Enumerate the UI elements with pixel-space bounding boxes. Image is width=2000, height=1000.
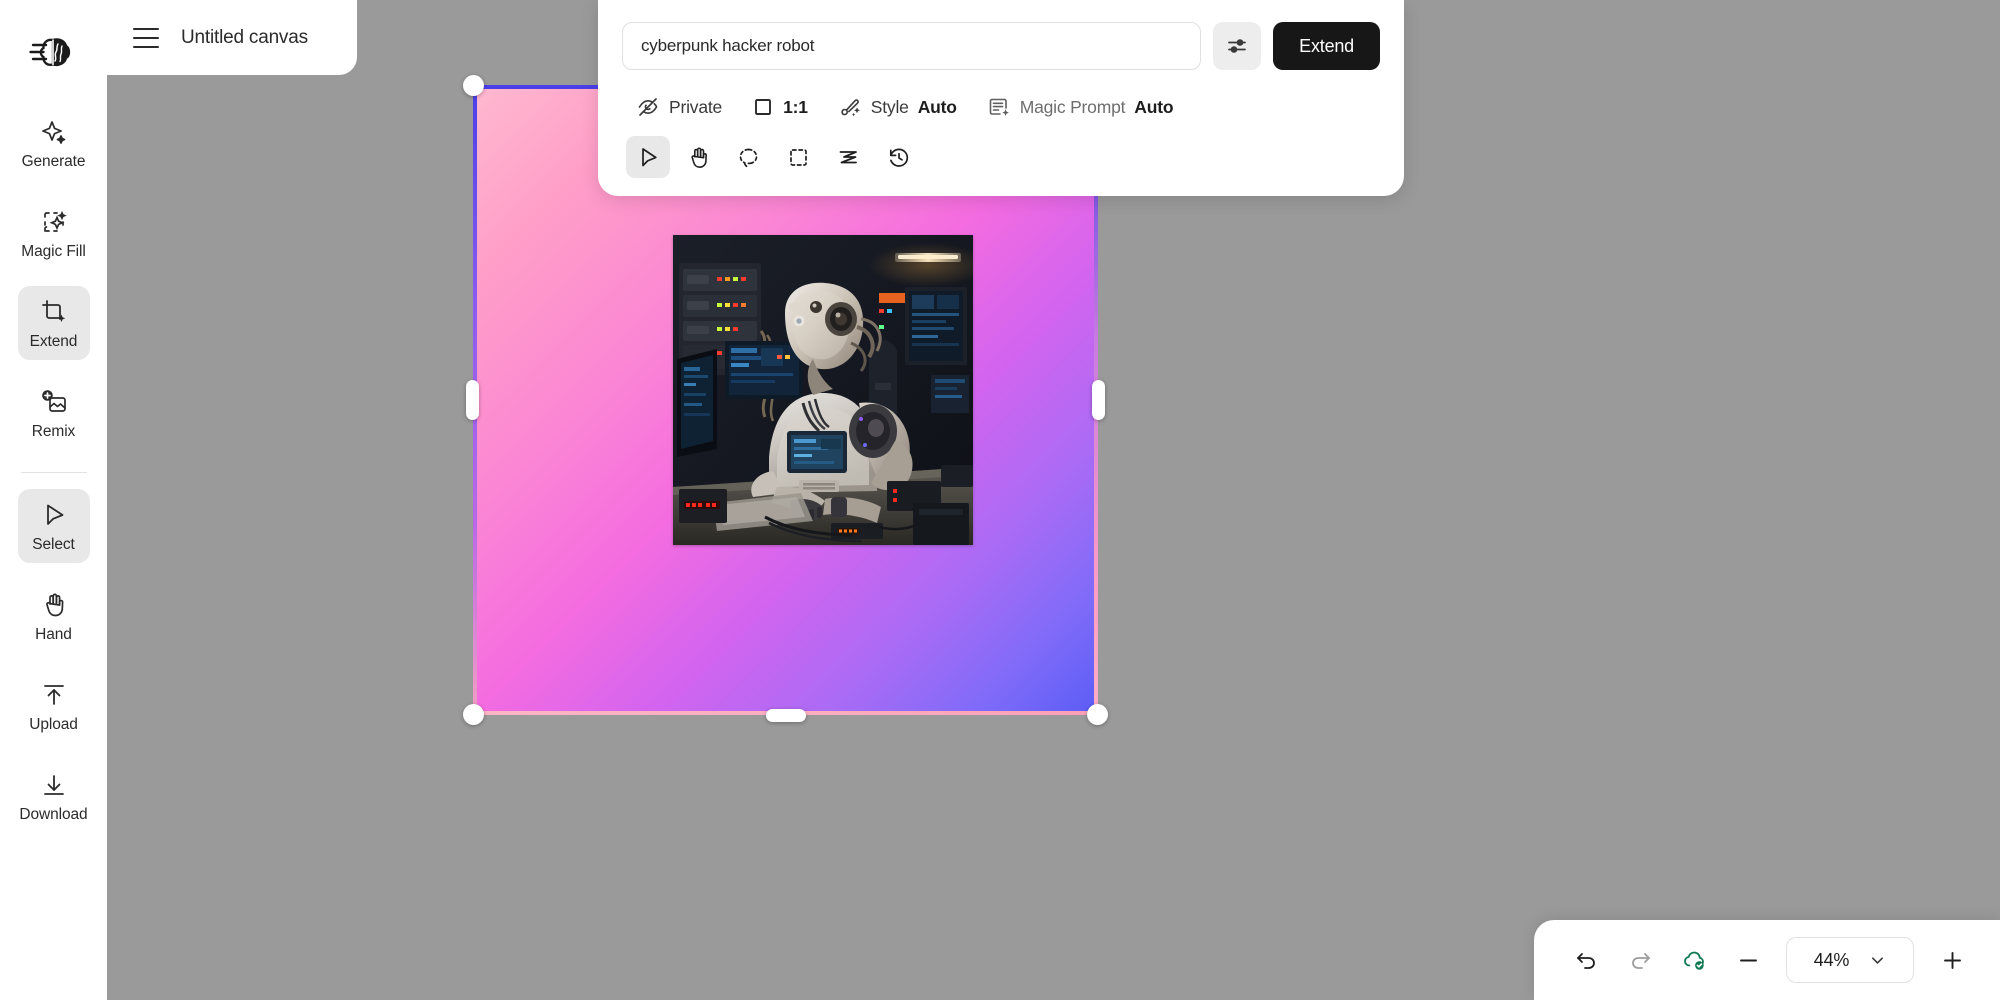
sidebar-item-select[interactable]: Select: [18, 489, 90, 563]
aspect-ratio-option[interactable]: 1:1: [742, 91, 818, 123]
prompt-row: Extend: [622, 22, 1380, 70]
cloud-check-icon: [1681, 947, 1708, 974]
upload-arrow-icon: [39, 680, 69, 710]
left-sidebar: Generate Magic Fill: [0, 0, 107, 1000]
save-status-button[interactable]: [1672, 938, 1716, 982]
hamburger-menu-icon[interactable]: [133, 28, 159, 48]
square-icon: [752, 96, 774, 118]
magic-prompt-value: Auto: [1134, 97, 1173, 118]
prompt-options-row: Private 1:1 Style Auto: [622, 90, 1380, 124]
sidebar-item-remix[interactable]: Remix: [18, 376, 90, 450]
sidebar-item-extend[interactable]: Extend: [18, 286, 90, 360]
sidebar-item-label: Extend: [30, 334, 78, 350]
undo-arrow-icon: [1573, 947, 1600, 974]
magic-prompt-icon: [987, 95, 1011, 119]
style-label: Style: [871, 97, 909, 118]
sidebar-item-magic-fill[interactable]: Magic Fill: [18, 196, 90, 270]
lasso-tool-button[interactable]: [726, 136, 770, 178]
sidebar-item-label: Hand: [35, 627, 72, 643]
sidebar-item-label: Download: [19, 807, 87, 823]
select-tool-button[interactable]: [626, 136, 670, 178]
zoom-level-select[interactable]: 44%: [1786, 937, 1914, 983]
extend-submit-button[interactable]: Extend: [1273, 22, 1380, 70]
style-value: Auto: [918, 97, 957, 118]
sidebar-item-label: Remix: [32, 424, 75, 440]
app-logo[interactable]: [28, 26, 80, 78]
hand-tool-button[interactable]: [676, 136, 720, 178]
hand-icon: [686, 145, 711, 170]
zoom-out-button[interactable]: [1726, 938, 1770, 982]
hand-icon: [39, 590, 69, 620]
zoom-in-button[interactable]: [1930, 938, 1974, 982]
prompt-input[interactable]: [622, 22, 1201, 70]
canvas-tools-row: [622, 136, 1380, 178]
canvas-header: Untitled canvas: [107, 0, 357, 75]
resize-handle-top-left[interactable]: [463, 75, 484, 96]
zoom-toolbar: 44%: [1534, 920, 2000, 1000]
resize-handle-left-middle[interactable]: [466, 380, 479, 420]
resize-handle-bottom-right[interactable]: [1087, 704, 1108, 725]
resize-handle-bottom-middle[interactable]: [766, 709, 806, 722]
sidebar-item-generate[interactable]: Generate: [18, 106, 90, 180]
redo-arrow-icon: [1627, 947, 1654, 974]
cursor-arrow-icon: [39, 500, 69, 530]
redo-button[interactable]: [1618, 938, 1662, 982]
minus-icon: [1735, 947, 1762, 974]
app-root: Generate Magic Fill: [0, 0, 2000, 1000]
visibility-option[interactable]: Private: [626, 90, 732, 124]
canvas-title[interactable]: Untitled canvas: [181, 27, 308, 49]
style-option[interactable]: Style Auto: [828, 90, 967, 124]
resize-handle-bottom-left[interactable]: [463, 704, 484, 725]
sidebar-item-label: Generate: [22, 154, 86, 170]
marquee-select-icon: [786, 145, 811, 170]
scribble-tool-button[interactable]: [826, 136, 870, 178]
chevron-down-icon: [1869, 952, 1886, 969]
sidebar-item-upload[interactable]: Upload: [18, 669, 90, 743]
history-tool-button[interactable]: [876, 136, 920, 178]
brain-speed-logo-icon: [29, 27, 79, 77]
lasso-select-icon: [736, 145, 761, 170]
eye-off-icon: [636, 95, 660, 119]
undo-button[interactable]: [1564, 938, 1608, 982]
cursor-arrow-icon: [636, 145, 661, 170]
sidebar-item-label: Magic Fill: [21, 244, 85, 260]
sliders-icon: [1225, 34, 1249, 58]
history-clock-icon: [886, 145, 911, 170]
download-arrow-icon: [39, 770, 69, 800]
scribble-icon: [836, 145, 861, 170]
resize-handle-right-middle[interactable]: [1092, 380, 1105, 420]
remix-image-icon: [39, 387, 69, 417]
plus-icon: [1939, 947, 1966, 974]
prompt-settings-button[interactable]: [1213, 22, 1261, 70]
magic-fill-icon: [39, 207, 69, 237]
sidebar-item-label: Upload: [29, 717, 78, 733]
zoom-level-value: 44%: [1814, 950, 1849, 971]
sparkle-icon: [39, 117, 69, 147]
extend-crop-icon: [39, 297, 69, 327]
visibility-label: Private: [669, 97, 722, 118]
aspect-ratio-value: 1:1: [783, 97, 808, 118]
sidebar-divider: [21, 472, 87, 473]
marquee-tool-button[interactable]: [776, 136, 820, 178]
magic-prompt-label: Magic Prompt: [1020, 97, 1126, 118]
robot-scene-illustration: [673, 235, 973, 545]
sidebar-item-download[interactable]: Download: [18, 759, 90, 833]
sidebar-item-label: Select: [32, 537, 74, 553]
generated-image-thumbnail[interactable]: [673, 235, 973, 545]
prompt-panel: Extend Private 1:1: [598, 0, 1404, 196]
brush-sparkle-icon: [838, 95, 862, 119]
magic-prompt-option[interactable]: Magic Prompt Auto: [977, 90, 1184, 124]
sidebar-item-hand[interactable]: Hand: [18, 579, 90, 653]
